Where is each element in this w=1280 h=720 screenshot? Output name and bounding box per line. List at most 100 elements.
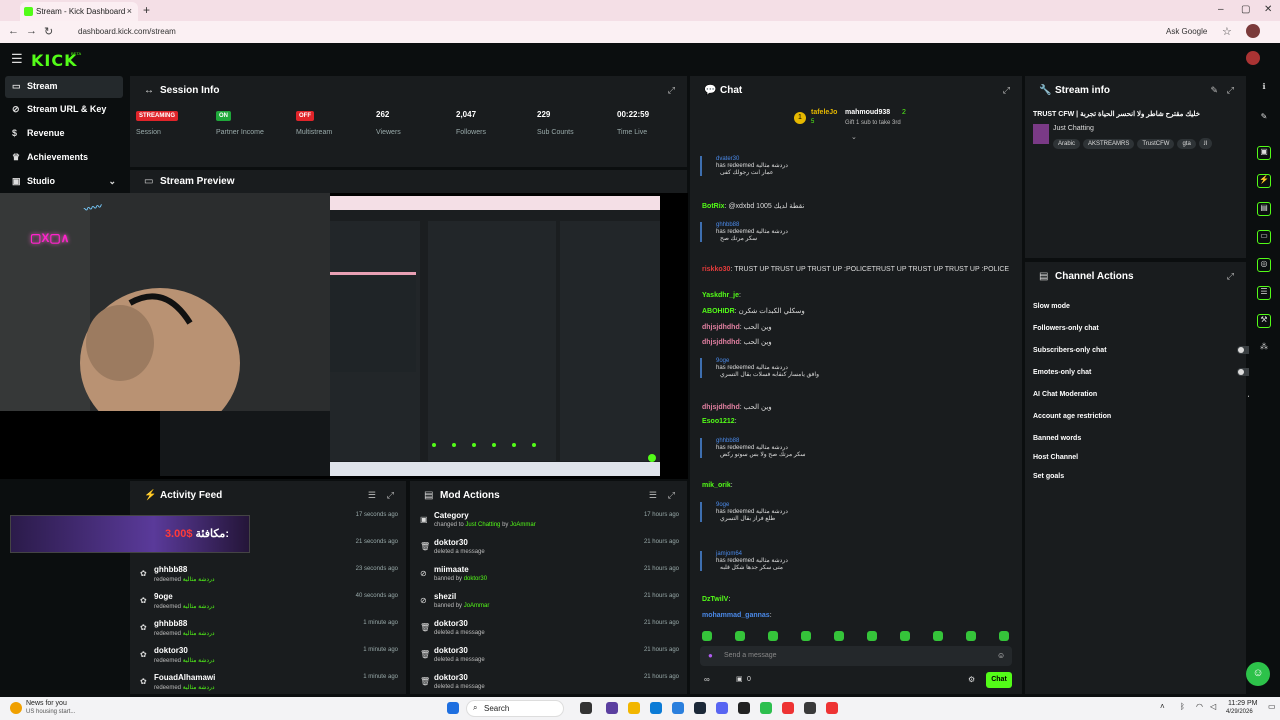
chrome-icon[interactable] — [826, 702, 838, 714]
chat-username[interactable]: BotRix — [702, 203, 725, 210]
volume-icon[interactable]: ◁ — [1210, 702, 1216, 711]
expand-icon[interactable]: ⤢ — [1003, 85, 1010, 96]
action-set-goals[interactable]: Set goals› — [1033, 473, 1253, 482]
mod-actor[interactable]: doktor30 — [464, 576, 487, 582]
emote-icon[interactable] — [735, 631, 745, 641]
chevron-down-icon[interactable]: ⌄ — [851, 133, 857, 141]
url-field[interactable]: dashboard.kick.com/stream — [66, 24, 1156, 40]
chat-username[interactable]: mik_orik — [702, 482, 731, 489]
mic-icon[interactable]: ● — [708, 651, 713, 660]
notification-icon[interactable]: ▭ — [1268, 702, 1276, 711]
windows-start-icon[interactable] — [447, 702, 459, 714]
chat-icon[interactable]: ▭ — [1257, 230, 1271, 244]
emote-icon[interactable] — [999, 631, 1009, 641]
app-icon[interactable] — [606, 702, 618, 714]
sidebar-item-revenue[interactable]: $ Revenue — [5, 123, 123, 145]
news-title[interactable]: News for you — [26, 700, 67, 707]
expand-icon[interactable]: ⤢ — [387, 490, 394, 501]
forward-icon[interactable]: → — [26, 25, 37, 37]
bookmark-star-icon[interactable]: ☆ — [1222, 25, 1232, 38]
tab-close-icon[interactable]: × — [127, 6, 132, 16]
store-icon[interactable] — [672, 702, 684, 714]
mod-subject[interactable]: miimaate — [434, 565, 469, 574]
stream-category[interactable]: Just Chatting — [1053, 125, 1094, 132]
chat-username[interactable]: Esoo1212 — [702, 418, 735, 425]
sidebar-item-stream[interactable]: ▭ Stream — [5, 76, 123, 98]
leader-user[interactable]: tafeleJo — [811, 109, 837, 116]
action-followers-only[interactable]: Followers-only chat› — [1033, 325, 1253, 334]
mod-subject[interactable]: doktor30 — [434, 619, 468, 628]
sidebar-item-stream-url-key[interactable]: ⊘ Stream URL & Key — [5, 99, 123, 121]
back-icon[interactable]: ← — [8, 25, 19, 37]
activity-user[interactable]: FouadAlhamawi — [154, 673, 215, 682]
chevron-up-icon[interactable]: ˄ — [1160, 702, 1165, 711]
task-view-icon[interactable] — [580, 702, 592, 714]
user-avatar[interactable] — [1246, 51, 1260, 65]
leader-user[interactable]: mahmoud938 — [845, 109, 890, 116]
emote-icon[interactable] — [834, 631, 844, 641]
edge-icon[interactable] — [650, 702, 662, 714]
gear-icon[interactable]: ⚙ — [968, 675, 975, 684]
panel-toggle-icon[interactable]: ▣ — [1257, 146, 1271, 160]
expand-icon[interactable]: ⤢ — [1227, 271, 1234, 282]
bluetooth-icon[interactable]: ᛒ — [1180, 702, 1185, 711]
steam-icon[interactable] — [694, 702, 706, 714]
action-host-channel[interactable]: Host Channel — [1033, 454, 1253, 461]
mod-subject[interactable]: doktor30 — [434, 646, 468, 655]
clock-date[interactable]: 4/29/2026 — [1226, 709, 1253, 715]
sidebar-item-studio[interactable]: ▣ Studio ⌄ — [5, 171, 123, 193]
emote-icon[interactable] — [702, 631, 712, 641]
new-tab-button[interactable]: + — [143, 3, 150, 17]
lock-icon[interactable]: ▣ — [736, 675, 743, 683]
browser-profile-avatar[interactable] — [1246, 24, 1260, 38]
mod-actor[interactable]: JoAmmar — [464, 603, 490, 609]
wifi-icon[interactable]: ◠ — [1196, 702, 1203, 711]
emote-icon[interactable] — [900, 631, 910, 641]
file-explorer-icon[interactable] — [628, 702, 640, 714]
emote-icon[interactable] — [867, 631, 877, 641]
emote-icon[interactable] — [801, 631, 811, 641]
signal-icon[interactable]: ◎ — [1257, 258, 1271, 272]
stream-preview-video[interactable]: ▢X▢∧ 〰〰 — [0, 193, 688, 479]
wrench-icon[interactable]: ⚒ — [1257, 314, 1271, 328]
mod-subject[interactable]: doktor30 — [434, 673, 468, 682]
expand-icon[interactable]: ⤢ — [668, 85, 675, 96]
activity-user[interactable]: 9oge — [154, 592, 173, 601]
action-ai-moderation[interactable]: AI Chat Moderation↗ — [1033, 391, 1253, 399]
activity-user[interactable]: ghhbb88 — [154, 565, 187, 574]
minimize-icon[interactable]: – — [1218, 4, 1224, 15]
tag-chip[interactable]: gta — [1177, 139, 1196, 149]
lightning-icon[interactable]: ⚡ — [1257, 174, 1271, 188]
chat-username[interactable]: riskko30 — [702, 266, 730, 273]
maximize-icon[interactable]: ▢ — [1241, 4, 1250, 15]
infinity-icon[interactable]: ∞ — [704, 675, 710, 684]
browser-tab[interactable]: Stream - Kick Dashboard × — [20, 2, 138, 21]
chat-username[interactable]: dhjsjdhdhd — [702, 324, 740, 331]
mod-actor[interactable]: JoAmmar — [510, 522, 536, 528]
menu-icon[interactable]: ☰ — [11, 51, 23, 67]
support-chat-button[interactable]: ☺ — [1246, 662, 1270, 686]
info-icon[interactable]: ℹ — [1257, 82, 1271, 96]
tag-chip[interactable]: TrustCFW — [1137, 139, 1175, 149]
ask-google-button[interactable]: Ask Google — [1166, 27, 1207, 36]
emoji-icon[interactable]: ☺ — [997, 651, 1005, 660]
taskbar-search[interactable]: Search — [466, 700, 564, 717]
tag-chip[interactable]: ﺍﻟ — [1198, 138, 1213, 149]
emote-icon[interactable] — [966, 631, 976, 641]
send-chat-button[interactable]: Chat — [986, 672, 1012, 688]
mod-subject[interactable]: doktor30 — [434, 538, 468, 547]
app-icon[interactable] — [738, 702, 750, 714]
app-icon[interactable] — [782, 702, 794, 714]
list-icon[interactable]: ▤ — [1257, 202, 1271, 216]
tag-chip[interactable]: AKSTREAMRS — [1083, 139, 1135, 149]
tag-chip[interactable]: Arabic — [1053, 139, 1081, 149]
chat-username[interactable]: dhjsjdhdhd — [702, 339, 740, 346]
sidebar-item-achievements[interactable]: ♛ Achievements — [5, 147, 123, 169]
action-account-age[interactable]: Account age restriction› — [1033, 413, 1253, 422]
emote-icon[interactable] — [933, 631, 943, 641]
expand-icon[interactable]: ⤢ — [668, 490, 675, 501]
chat-username[interactable]: dhjsjdhdhd — [702, 404, 740, 411]
layers-icon[interactable]: ☰ — [1257, 286, 1271, 300]
apps-icon[interactable]: ⁂ — [1257, 342, 1271, 356]
action-slow-mode[interactable]: Slow mode› — [1033, 303, 1253, 312]
